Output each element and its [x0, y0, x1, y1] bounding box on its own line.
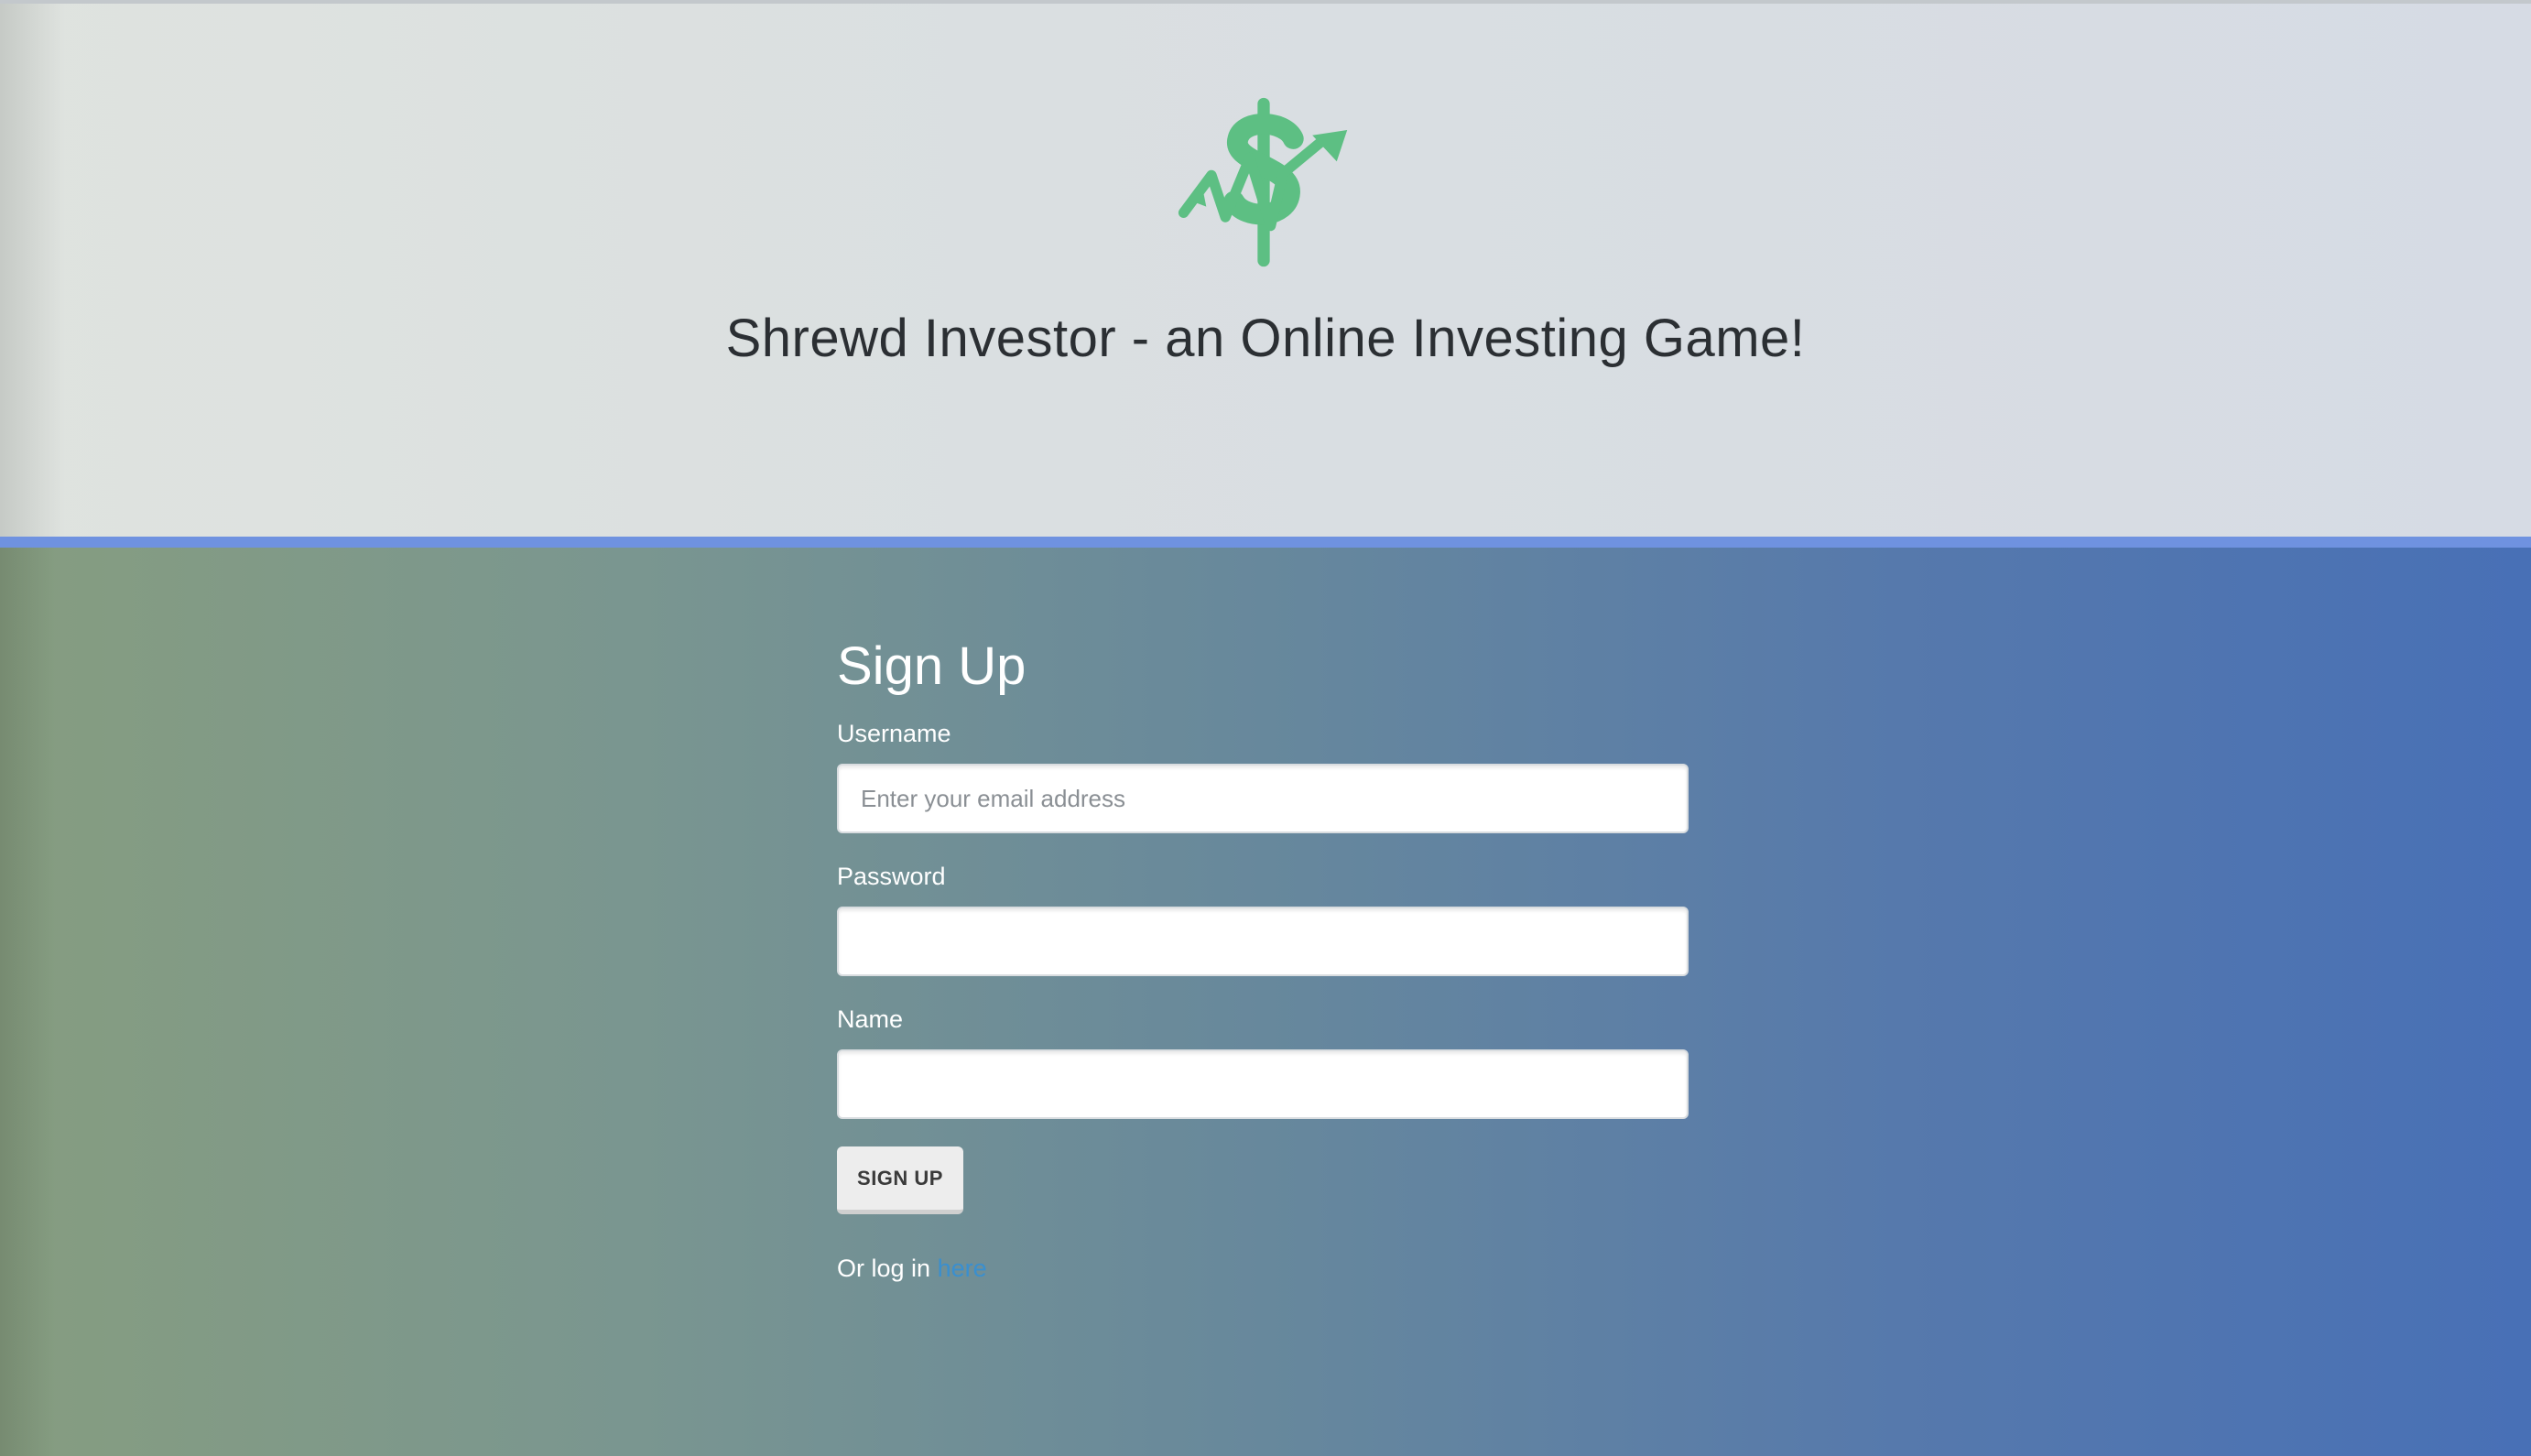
password-input[interactable] — [837, 907, 1689, 976]
name-label: Name — [837, 1005, 904, 1033]
page: Shrewd Investor - an Online Investing Ga… — [0, 0, 2531, 1456]
login-prompt-text: Or log in — [837, 1255, 931, 1282]
site-header: Shrewd Investor - an Online Investing Ga… — [0, 0, 2531, 537]
password-label: Password — [837, 863, 946, 890]
name-input[interactable] — [837, 1049, 1689, 1119]
login-link[interactable]: here — [938, 1255, 987, 1282]
signup-button[interactable]: SIGN UP — [837, 1146, 963, 1214]
username-input[interactable] — [837, 764, 1689, 833]
signup-section: Sign Up Username Password Name SIGN UP O… — [0, 548, 2531, 1456]
login-prompt: Or log in here — [837, 1255, 987, 1283]
site-title: Shrewd Investor - an Online Investing Ga… — [725, 309, 1806, 368]
header-divider — [0, 537, 2531, 548]
dollar-chart-logo-icon — [1178, 97, 1348, 267]
signup-heading: Sign Up — [837, 636, 1027, 696]
username-label: Username — [837, 720, 951, 747]
